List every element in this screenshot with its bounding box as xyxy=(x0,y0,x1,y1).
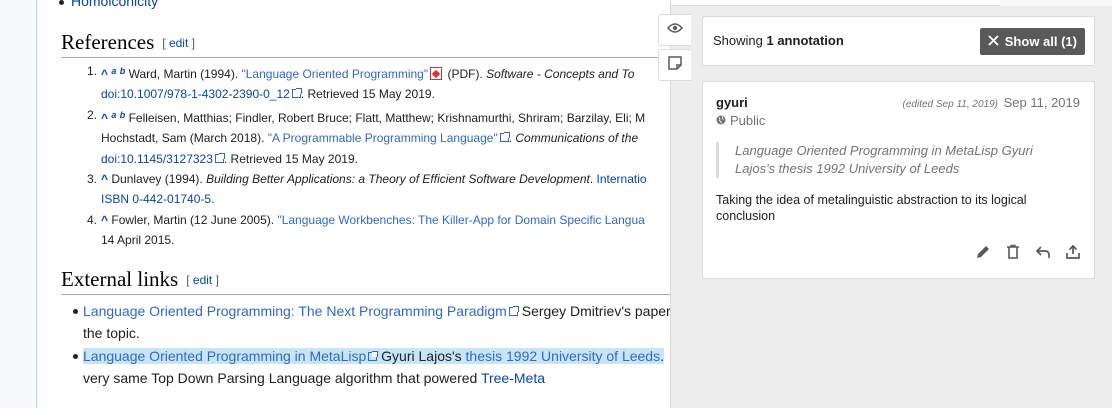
external-link-icon xyxy=(508,306,519,316)
delete-icon[interactable] xyxy=(1004,243,1022,261)
new-page-note-button[interactable] xyxy=(658,49,691,81)
annotation-body: Taking the idea of metalinguistic abstra… xyxy=(716,193,1027,223)
reference-number: 2. xyxy=(87,107,98,122)
isbn-link[interactable]: ISBN 0-442-01740-5 xyxy=(101,192,211,206)
reference-number: 3. xyxy=(87,172,98,187)
tree-meta-link[interactable]: Tree-Meta xyxy=(481,370,545,386)
external-link-icon xyxy=(368,351,379,361)
annotation-actions xyxy=(974,243,1082,261)
reference-publication: Software - Concepts and To xyxy=(486,67,635,81)
reference-item: 3. ^ Dunlavey (1994). Building Better Ap… xyxy=(87,169,670,210)
reference-number: 4. xyxy=(87,212,98,227)
thesis-link[interactable]: thesis 1992 University of Leeds xyxy=(466,348,661,364)
reference-text: 14 April 2015. xyxy=(101,233,175,248)
see-also-link[interactable]: Homoiconicity xyxy=(71,0,158,9)
reference-link[interactable]: "Language Oriented Programming" xyxy=(241,67,428,81)
permission-label: Public xyxy=(730,113,766,128)
reference-publication: Communications of the xyxy=(515,131,639,146)
reference-text: . xyxy=(211,192,215,207)
annotation-username[interactable]: gyuri xyxy=(716,95,748,110)
reference-text: Hochstadt, Sam (March 2018). xyxy=(101,131,268,146)
annotation-count: 1 annotation xyxy=(766,33,844,48)
show-all-label: Show all (1) xyxy=(1004,34,1077,49)
reference-number: 1. xyxy=(87,64,98,78)
backref-caret: ^ xyxy=(101,110,109,125)
references-heading: References [ edit ] xyxy=(61,30,670,58)
reference-link[interactable]: "Language Workbenches: The Killer-App fo… xyxy=(277,213,644,227)
external-links-edit-link[interactable]: edit xyxy=(193,273,212,287)
external-link-text: Gyuri Lajos's xyxy=(377,348,466,364)
doi-link[interactable]: doi:10.1145/3127323 xyxy=(101,152,213,166)
external-link-text: very same Top Down Parsing Language algo… xyxy=(83,370,481,386)
reference-text: . Retrieved 15 May 2019. xyxy=(300,87,435,102)
annotation-permission: Public xyxy=(716,113,765,128)
external-link-item: Language Oriented Programming: The Next … xyxy=(73,300,670,344)
toggle-highlights-button[interactable] xyxy=(658,14,691,46)
backref-b[interactable]: b xyxy=(120,110,126,120)
filter-status-text: Showing 1 annotation xyxy=(713,33,844,48)
annotation-card[interactable]: gyuri Public (edited Sep 11, 2019) Sep 1… xyxy=(702,81,1095,279)
share-icon[interactable] xyxy=(1064,243,1082,261)
reference-link[interactable]: "A Programmable Programming Language" xyxy=(268,131,498,145)
external-link-icon xyxy=(499,132,510,143)
external-link[interactable]: Language Oriented Programming: The Next … xyxy=(83,303,507,319)
note-icon xyxy=(667,55,683,76)
publisher-link[interactable]: Internatio xyxy=(597,172,647,186)
reference-text: Felleisen, Matthias; Findler, Robert Bru… xyxy=(128,110,646,125)
backref-caret: ^ xyxy=(101,67,109,81)
close-icon xyxy=(988,34,999,49)
external-link-icon xyxy=(214,152,225,163)
external-link-icon xyxy=(291,88,302,99)
external-links-list: Language Oriented Programming: The Next … xyxy=(73,300,670,390)
edited-timestamp: (edited Sep 11, 2019) xyxy=(902,99,998,110)
backref-a[interactable]: a xyxy=(111,66,116,76)
globe-icon xyxy=(716,113,726,128)
external-link-text: . xyxy=(660,348,664,364)
external-link-text: Sergey Dmitriev's paper xyxy=(517,303,670,319)
reply-icon[interactable] xyxy=(1034,243,1052,261)
reference-text: Ward, Martin (1994). xyxy=(128,67,242,81)
reference-text: . Retrieved 15 May 2019. xyxy=(223,151,358,166)
external-link-item: Language Oriented Programming in MetaLis… xyxy=(73,345,670,389)
external-link-text: the topic. xyxy=(83,325,140,341)
references-list: 1. ^ a b Ward, Martin (1994). "Language … xyxy=(87,61,670,251)
doi-link[interactable]: doi:10.1007/978-1-4302-2390-0_12 xyxy=(101,87,290,101)
filter-status-prefix: Showing xyxy=(713,33,767,48)
references-edit-link[interactable]: edit xyxy=(169,36,188,50)
sidebar-toolbar xyxy=(658,14,691,84)
reference-item: 4. ^ Fowler, Martin (12 June 2005). "Lan… xyxy=(87,210,670,251)
external-links-edit-section: [ edit ] xyxy=(186,273,219,287)
reference-text: (PDF). xyxy=(444,67,487,81)
reference-item: 2. ^ a b Felleisen, Matthias; Findler, R… xyxy=(87,105,670,169)
reference-title: Building Better Applications: a Theory o… xyxy=(206,172,590,187)
annotation-highlight[interactable]: Language Oriented Programming in MetaLis… xyxy=(83,348,664,364)
show-all-button[interactable]: Show all (1) xyxy=(979,28,1085,55)
reference-text: . xyxy=(589,172,597,187)
references-edit-section: [ edit ] xyxy=(162,36,195,50)
annotation-timestamp: (edited Sep 11, 2019) Sep 11, 2019 xyxy=(903,95,1080,110)
reference-text: Dunlavey (1994). xyxy=(111,172,207,187)
backref-a[interactable]: a xyxy=(111,110,116,120)
backref-link[interactable]: ^ xyxy=(101,213,108,227)
annotation-sidebar: Showing 1 annotation Show all (1) gyuri … xyxy=(670,0,1112,408)
backref-b[interactable]: b xyxy=(120,66,126,76)
bullet xyxy=(59,0,64,5)
sidebar-top-bar-right xyxy=(1000,0,1112,6)
reference-item: 1. ^ a b Ward, Martin (1994). "Language … xyxy=(87,61,670,105)
filter-status-bar: Showing 1 annotation Show all (1) xyxy=(702,16,1095,66)
external-links-heading: External links [ edit ] xyxy=(61,267,670,295)
external-link[interactable]: Language Oriented Programming in MetaLis… xyxy=(83,348,366,364)
annotation-date[interactable]: Sep 11, 2019 xyxy=(1004,95,1080,110)
article-content: Homoiconicity References [ edit ] 1. ^ a … xyxy=(36,0,670,408)
pdf-icon xyxy=(430,67,443,80)
references-title: References xyxy=(61,30,155,54)
reference-text: Fowler, Martin (12 June 2005). xyxy=(111,212,278,227)
eye-icon xyxy=(667,21,683,39)
external-links-title: External links xyxy=(61,267,179,291)
annotation-quote: Language Oriented Programming in MetaLis… xyxy=(716,142,1036,178)
edit-icon[interactable] xyxy=(974,243,992,261)
see-also-item[interactable]: Homoiconicity xyxy=(59,0,158,9)
backref-link[interactable]: ^ xyxy=(101,172,108,186)
